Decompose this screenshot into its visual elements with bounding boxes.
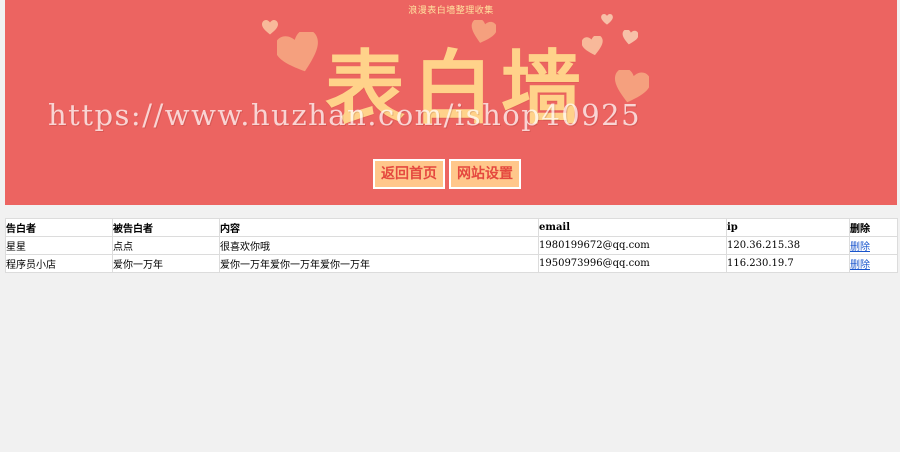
banner-subtitle: 浪漫表白墙整理收集 [408,6,494,16]
cell-content: 很喜欢你哦 [219,236,539,255]
header-content: 内容 [219,218,539,237]
header-banner: 浪漫表白墙整理收集 表白墙 https://www.huzhan.com/ish… [5,0,897,205]
header-delete: 删除 [849,218,898,237]
confession-table-container: 告白者 被告白者 内容 email ip 删除 星星 点点 很喜欢你哦 1980… [5,218,898,273]
watermark-url: https://www.huzhan.com/ishop40925 [48,98,642,132]
confession-table: 告白者 被告白者 内容 email ip 删除 星星 点点 很喜欢你哦 1980… [5,218,898,273]
cell-ip: 116.230.19.7 [726,254,850,273]
table-row: 星星 点点 很喜欢你哦 1980199672@qq.com 120.36.215… [5,236,898,255]
site-settings-button[interactable]: 网站设置 [449,159,521,189]
table-header-row: 告白者 被告白者 内容 email ip 删除 [5,218,898,237]
banner-buttons: 返回首页 网站设置 [373,159,521,189]
delete-link[interactable]: 删除 [851,242,871,253]
heart-icon [262,20,278,35]
delete-link[interactable]: 删除 [851,260,871,271]
cell-target: 点点 [112,236,220,255]
cell-delete: 删除 [849,236,898,255]
heart-icon [277,32,318,72]
cell-delete: 删除 [849,254,898,273]
heart-icon [622,30,638,45]
cell-confessor: 星星 [5,236,113,255]
home-button[interactable]: 返回首页 [373,159,445,189]
table-row: 程序员小店 爱你一万年 爱你一万年爱你一万年爱你一万年 1950973996@q… [5,254,898,273]
cell-target: 爱你一万年 [112,254,220,273]
cell-email: 1950973996@qq.com [538,254,727,273]
header-email: email [538,218,727,237]
cell-content: 爱你一万年爱你一万年爱你一万年 [219,254,539,273]
cell-confessor: 程序员小店 [5,254,113,273]
cell-ip: 120.36.215.38 [726,236,850,255]
header-confessor: 告白者 [5,218,113,237]
header-ip: ip [726,218,850,237]
header-target: 被告白者 [112,218,220,237]
cell-email: 1980199672@qq.com [538,236,727,255]
heart-icon [601,14,613,25]
